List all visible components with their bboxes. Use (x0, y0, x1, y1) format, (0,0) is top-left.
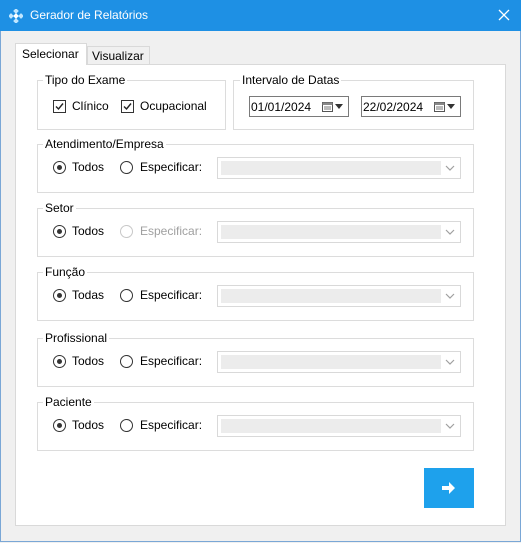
profissional-especificar-radio[interactable] (120, 355, 133, 368)
paciente-legend: Paciente (43, 395, 94, 409)
intervalo-datas-legend: Intervalo de Datas (240, 73, 342, 87)
calendar-icon (322, 102, 333, 112)
end-date-value: 22/02/2024 (363, 100, 424, 114)
clinico-checkbox[interactable] (53, 100, 66, 113)
funcao-especificar-radio[interactable] (120, 289, 133, 302)
ocupacional-checkbox[interactable] (121, 100, 134, 113)
paciente-select[interactable] (217, 415, 461, 437)
ocupacional-label: Ocupacional (140, 99, 207, 113)
setor-especificar-radio[interactable] (120, 225, 133, 238)
tipo-exame-legend: Tipo do Exame (43, 73, 128, 87)
chevron-down-icon (445, 165, 455, 171)
window-title: Gerador de Relatórios (30, 8, 149, 22)
title-bar: Gerador de Relatórios (0, 0, 521, 31)
start-date-picker[interactable]: 01/01/2024 (249, 96, 349, 117)
paciente-todos-radio[interactable] (53, 419, 66, 432)
funcao-todas-label: Todas (72, 288, 105, 302)
atendimento-legend: Atendimento/Empresa (43, 137, 166, 151)
atendimento-especificar-radio[interactable] (120, 161, 133, 174)
chevron-down-icon[interactable] (447, 104, 455, 109)
funcao-especificar-label: Especificar: (140, 288, 203, 302)
profissional-todos-radio[interactable] (53, 355, 66, 368)
chevron-down-icon (445, 423, 455, 429)
close-icon (498, 9, 510, 21)
atendimento-todos-radio[interactable] (53, 161, 66, 174)
start-date-value: 01/01/2024 (251, 100, 312, 114)
profissional-legend: Profissional (43, 331, 110, 345)
generate-report-button[interactable] (424, 468, 474, 508)
paciente-todos-label: Todos (72, 418, 105, 432)
tab-visualizar[interactable]: Visualizar (87, 46, 150, 65)
setor-todos-radio[interactable] (53, 225, 66, 238)
setor-legend: Setor (43, 201, 76, 215)
checkmark-icon (123, 103, 132, 111)
clinico-label: Clínico (72, 99, 109, 113)
calendar-icon (434, 102, 445, 112)
funcao-todas-radio[interactable] (53, 289, 66, 302)
app-icon (9, 9, 23, 23)
profissional-select[interactable] (217, 351, 461, 373)
chevron-down-icon[interactable] (335, 104, 343, 109)
tab-selecionar[interactable]: Selecionar (15, 43, 87, 65)
chevron-down-icon (445, 293, 455, 299)
paciente-especificar-radio[interactable] (120, 419, 133, 432)
setor-select[interactable] (217, 221, 461, 243)
profissional-todos-label: Todos (72, 354, 105, 368)
close-button[interactable] (487, 0, 521, 31)
funcao-legend: Função (43, 265, 88, 279)
paciente-especificar-label: Especificar: (140, 418, 203, 432)
chevron-down-icon (445, 359, 455, 365)
atendimento-todos-label: Todos (72, 160, 105, 174)
profissional-especificar-label: Especificar: (140, 354, 203, 368)
chevron-down-icon (445, 229, 455, 235)
end-date-picker[interactable]: 22/02/2024 (361, 96, 461, 117)
checkmark-icon (55, 103, 64, 111)
funcao-select[interactable] (217, 285, 461, 307)
setor-todos-label: Todos (72, 224, 105, 238)
arrow-right-icon (442, 482, 455, 494)
atendimento-select[interactable] (217, 157, 461, 179)
atendimento-especificar-label: Especificar: (140, 160, 203, 174)
setor-especificar-label: Especificar: (140, 224, 203, 238)
